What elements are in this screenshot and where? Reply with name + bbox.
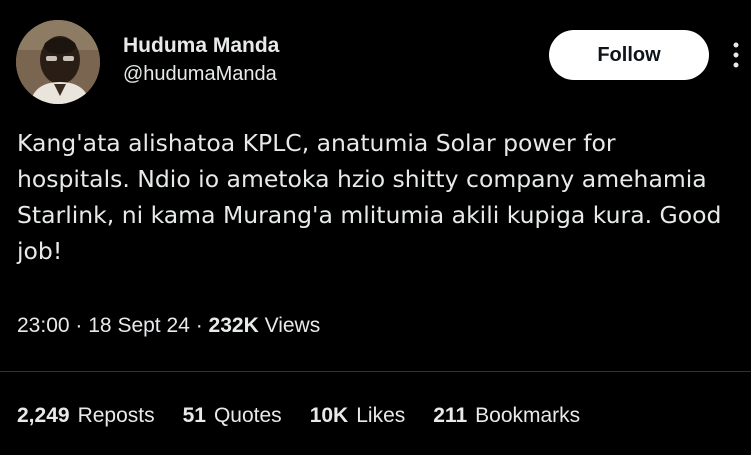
follow-button[interactable]: Follow <box>549 30 709 80</box>
avatar[interactable] <box>16 20 100 104</box>
bookmarks-stat[interactable]: 211 Bookmarks <box>433 404 580 428</box>
likes-count: 10K <box>309 404 349 427</box>
meta-separator: · <box>195 314 203 337</box>
quotes-count: 51 <box>182 404 206 427</box>
likes-stat[interactable]: 10K Likes <box>310 404 406 428</box>
tweet: Huduma Manda @hudumaManda Follow Kang'at… <box>0 0 751 455</box>
quotes-stat[interactable]: 51 Quotes <box>183 404 282 428</box>
tweet-date[interactable]: 18 Sept 24 <box>88 314 190 337</box>
user-handle[interactable]: @hudumaManda <box>123 63 277 86</box>
tweet-time[interactable]: 23:00 <box>17 314 70 337</box>
views-count: 232K <box>208 314 259 337</box>
bookmarks-label: Bookmarks <box>475 404 581 427</box>
quotes-label: Quotes <box>213 404 282 427</box>
views-label: Views <box>264 314 321 337</box>
reposts-count: 2,249 <box>17 404 70 427</box>
reposts-label: Reposts <box>77 404 155 427</box>
avatar-image <box>16 20 100 104</box>
bookmarks-count: 211 <box>433 404 468 427</box>
reposts-stat[interactable]: 2,249 Reposts <box>17 404 155 428</box>
likes-label: Likes <box>356 404 406 427</box>
tweet-text: Kang'ata alishatoa KPLC, anatumia Solar … <box>17 129 722 265</box>
engagement-stats: 2,249 Reposts 51 Quotes 10K Likes 211 Bo… <box>17 404 580 428</box>
meta-separator: · <box>75 314 83 337</box>
more-vertical-icon[interactable] <box>731 40 741 70</box>
divider <box>0 371 751 372</box>
tweet-meta: 23:00 · 18 Sept 24 · 232K Views <box>17 314 320 338</box>
display-name[interactable]: Huduma Manda <box>123 34 279 58</box>
